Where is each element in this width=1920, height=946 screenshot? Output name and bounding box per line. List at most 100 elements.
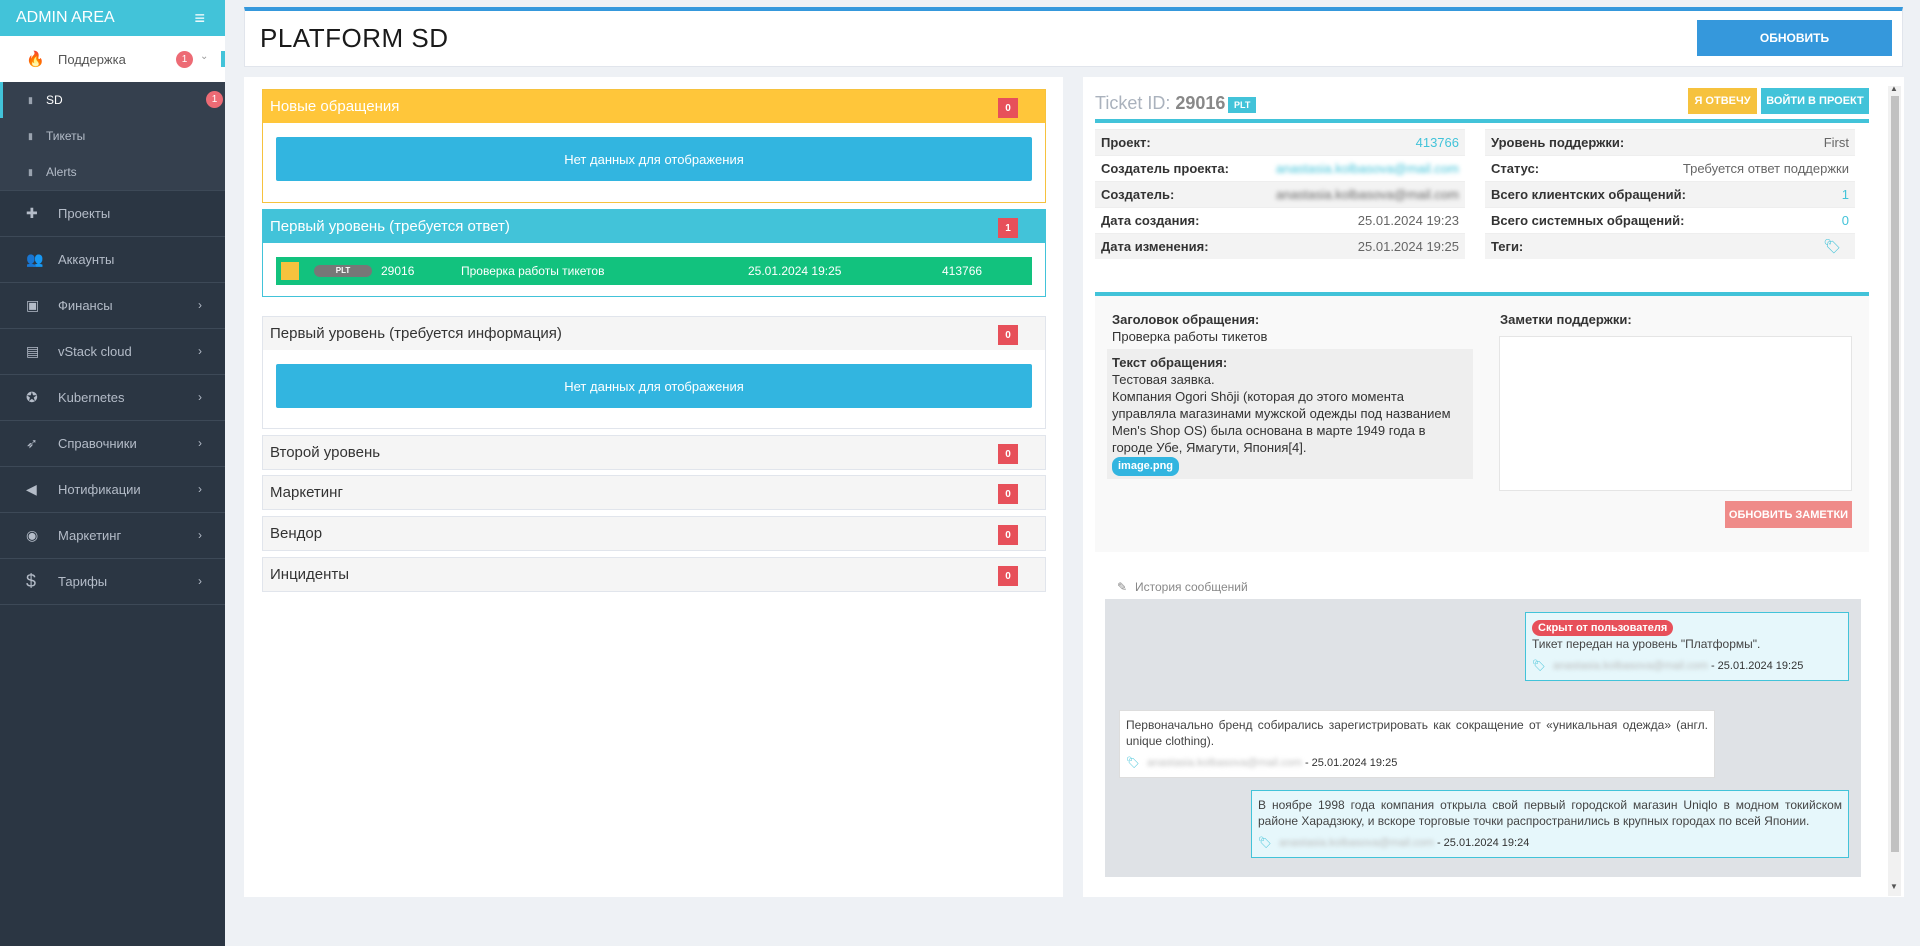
sidebar-subitem-label: SD [46, 93, 63, 107]
group-title: Новые обращения [270, 98, 400, 115]
ticket-header: Ticket ID: 29016 PLT Я ОТВЕЧУ ВОЙТИ В ПР… [1095, 85, 1869, 123]
sidebar-item-kubernetes[interactable]: ✪ Kubernetes › [0, 374, 225, 420]
scroll-down-icon[interactable]: ▼ [1890, 882, 1898, 891]
ticket-type-badge: PLT [1228, 97, 1257, 113]
hamburger-menu-icon[interactable]: ≡ [194, 8, 205, 29]
sidebar-item-label: Проекты [58, 206, 111, 221]
system-requests-count[interactable]: 0 [1842, 213, 1849, 228]
support-badge: 1 [176, 51, 193, 68]
ticket-row[interactable]: PLT 29016 Проверка работы тикетов 25.01.… [276, 257, 1032, 285]
sidebar: ADMIN AREA ≡ 🔥 Поддержка 1 ⌄ ▮ SD 1 ▮ Ти… [0, 0, 225, 946]
info-key: Статус: [1491, 161, 1540, 176]
group-header[interactable]: Второй уровень 0 [263, 436, 1045, 469]
take-ticket-button[interactable]: Я ОТВЕЧУ [1688, 88, 1757, 114]
info-row-creator: Создатель: anastasia.kolbasova@mail.com [1095, 181, 1465, 207]
users-icon: 👥 [26, 251, 44, 267]
project-owner-email[interactable]: anastasia.kolbasova@mail.com [1276, 161, 1459, 176]
sidebar-item-finance[interactable]: ▣ Финансы › [0, 282, 225, 328]
message-item: В ноябре 1998 года компания открыла свой… [1251, 790, 1849, 858]
info-key: Уровень поддержки: [1491, 135, 1625, 150]
group-first-info: Первый уровень (требуется информация) 0 … [262, 316, 1046, 429]
group-header[interactable]: Маркетинг 0 [263, 476, 1045, 509]
hidden-badge: Скрыт от пользователя [1532, 620, 1674, 636]
group-header[interactable]: Первый уровень (требуется ответ) 1 [263, 210, 1045, 243]
group-title: Маркетинг [270, 484, 343, 501]
group-marketing: Маркетинг 0 [262, 475, 1046, 510]
group-count-badge: 1 [998, 218, 1018, 238]
info-key: Всего системных обращений: [1491, 213, 1685, 228]
sidebar-item-projects[interactable]: ✚ Проекты [0, 190, 225, 236]
sidebar-item-marketing[interactable]: ◉ Маркетинг › [0, 512, 225, 558]
notes-textarea[interactable] [1499, 336, 1852, 491]
group-second: Второй уровень 0 [262, 435, 1046, 470]
info-row-project-owner: Создатель проекта: anastasia.kolbasova@m… [1095, 155, 1465, 181]
sidebar-item-vstack[interactable]: ▤ vStack cloud › [0, 328, 225, 374]
message-history: ✎ История сообщений Скрыт от пользовател… [1105, 575, 1861, 877]
sidebar-item-label: Справочники [58, 436, 137, 451]
info-key: Дата создания: [1101, 213, 1200, 228]
history-title: История сообщений [1135, 580, 1248, 594]
chevron-down-icon: ⌄ [200, 51, 209, 62]
sidebar-item-support[interactable]: 🔥 Поддержка 1 ⌄ [0, 36, 225, 82]
info-key: Создатель: [1101, 187, 1175, 202]
chevron-right-icon: › [198, 436, 202, 450]
tags-icon[interactable]: 🏷 [1823, 238, 1849, 255]
message-author: anastasia.kolbasova@mail.com [1279, 837, 1434, 849]
ticket-info-left: Проект: 413766 Создатель проекта: anasta… [1095, 129, 1465, 259]
sidebar-item-label: Нотификации [58, 482, 141, 497]
group-count-badge: 0 [998, 484, 1018, 504]
info-key: Всего клиентских обращений: [1491, 187, 1686, 202]
sidebar-item-label: Kubernetes [58, 390, 125, 405]
sd-badge: 1 [206, 91, 223, 108]
group-count-badge: 0 [998, 566, 1018, 586]
scroll-up-icon[interactable]: ▲ [1890, 84, 1898, 93]
sidebar-item-references[interactable]: ➶ Справочники › [0, 420, 225, 466]
enter-project-button[interactable]: ВОЙТИ В ПРОЕКТ [1761, 88, 1869, 114]
client-requests-count[interactable]: 1 [1842, 187, 1849, 202]
sidebar-divider [0, 604, 225, 605]
ticket-project: 413766 [942, 264, 983, 278]
group-first-answer: Первый уровень (требуется ответ) 1 PLT 2… [262, 209, 1046, 297]
group-header[interactable]: Инциденты 0 [263, 558, 1045, 591]
sidebar-subitem-tickets[interactable]: ▮ Тикеты [0, 118, 225, 154]
sidebar-subitem-sd[interactable]: ▮ SD 1 [0, 82, 225, 118]
sidebar-item-label: Тарифы [58, 574, 108, 589]
sidebar-item-tariffs[interactable]: $ Тарифы › [0, 558, 225, 604]
ticket-type-badge: PLT [314, 265, 372, 277]
subject-label: Заголовок обращения: [1112, 312, 1260, 327]
page-header: PLATFORM SD ОБНОВИТЬ [244, 7, 1903, 67]
group-title: Первый уровень (требуется ответ) [270, 218, 510, 235]
panel-scrollbar[interactable]: ▲ ▼ [1888, 84, 1901, 896]
message-text: Первоначально бренд собирались зарегистр… [1126, 718, 1708, 748]
sidebar-item-accounts[interactable]: 👥 Аккаунты [0, 236, 225, 282]
ticket-date: 25.01.2024 19:25 [748, 264, 842, 278]
no-data-message: Нет данных для отображения [276, 364, 1032, 408]
message-item: Первоначально бренд собирались зарегистр… [1119, 710, 1715, 778]
update-notes-button[interactable]: ОБНОВИТЬ ЗАМЕТКИ [1725, 501, 1852, 528]
priority-marker [281, 262, 299, 280]
group-header[interactable]: Вендор 0 [263, 517, 1045, 550]
megaphone-icon: ◀ [26, 481, 37, 497]
sidebar-subitem-alerts[interactable]: ▮ Alerts [0, 154, 225, 190]
message-text: В ноябре 1998 года компания открыла свой… [1258, 798, 1842, 828]
ticket-content-section: Заголовок обращения: Проверка работы тик… [1095, 292, 1869, 552]
sidebar-item-notifications[interactable]: ◀ Нотификации › [0, 466, 225, 512]
bar-chart-icon: ▮ [28, 166, 33, 177]
info-row-level: Уровень поддержки: First [1485, 129, 1855, 155]
ticket-id-prefix: Ticket ID: [1095, 93, 1171, 113]
project-link[interactable]: 413766 [1416, 135, 1459, 150]
info-row-system-count: Всего системных обращений: 0 [1485, 207, 1855, 233]
chevron-right-icon: › [198, 390, 202, 404]
scrollbar-thumb[interactable] [1891, 96, 1899, 852]
tag-icon: 🏷 [1532, 660, 1546, 672]
money-icon: ▣ [26, 297, 40, 313]
group-header[interactable]: Первый уровень (требуется информация) 0 [263, 317, 1045, 350]
message-author: anastasia.kolbasova@mail.com [1553, 660, 1708, 672]
attachment-link[interactable]: image.png [1112, 457, 1180, 476]
group-header[interactable]: Новые обращения 0 [263, 90, 1045, 123]
fire-icon: 🔥 [26, 51, 45, 68]
body-first-line: Тестовая заявка. [1112, 372, 1215, 387]
refresh-button[interactable]: ОБНОВИТЬ [1697, 20, 1892, 56]
created-date: 25.01.2024 19:23 [1357, 213, 1459, 228]
ticket-details-panel: Ticket ID: 29016 PLT Я ОТВЕЧУ ВОЙТИ В ПР… [1083, 77, 1904, 897]
